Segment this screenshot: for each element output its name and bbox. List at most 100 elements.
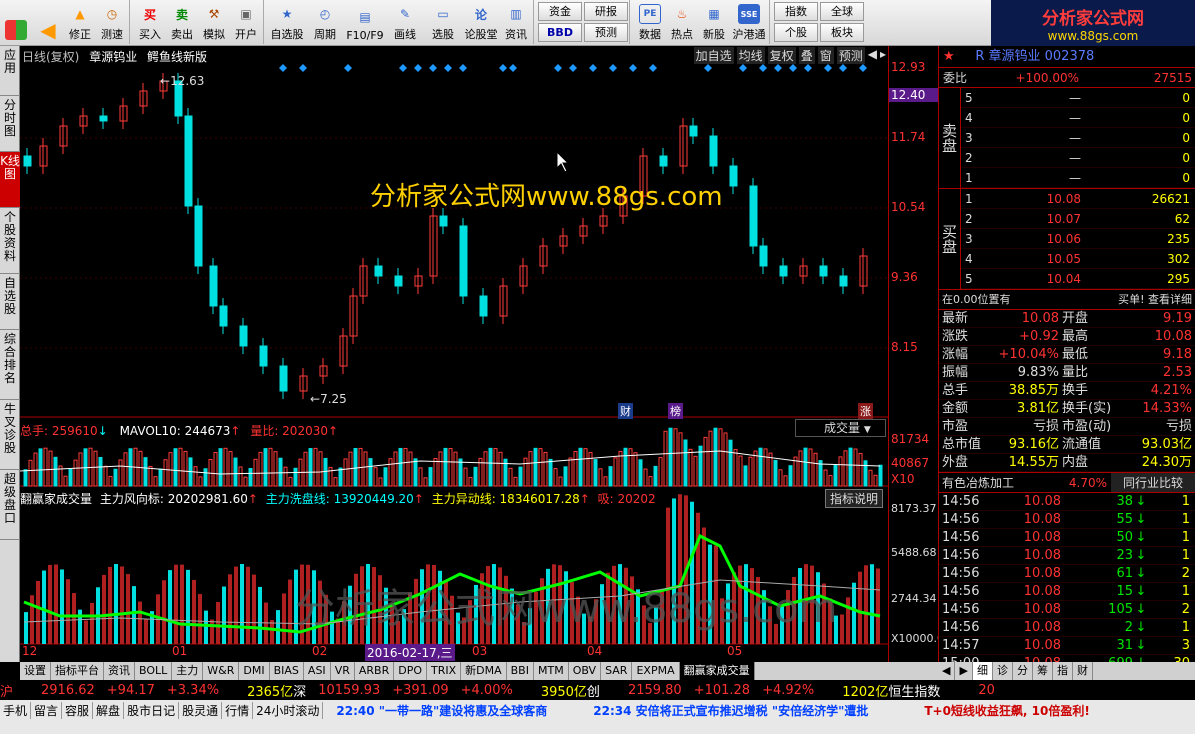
hk-connect-button[interactable]: SSE 沪港通 bbox=[730, 0, 768, 44]
industry-compare-button[interactable]: 同行业比较 bbox=[1111, 473, 1195, 492]
indicator-tab[interactable]: OBV bbox=[569, 662, 602, 680]
adjust-button[interactable]: 复权 bbox=[767, 47, 796, 64]
indicator-tab[interactable]: ARBR bbox=[355, 662, 395, 680]
sell-level[interactable]: 4—0 bbox=[961, 108, 1195, 128]
research-button[interactable]: 研报 bbox=[584, 2, 628, 21]
service-link[interactable]: 容服 bbox=[62, 702, 94, 719]
news-button[interactable]: ▥ 资讯 bbox=[500, 0, 532, 44]
global-button[interactable]: 全球 bbox=[820, 2, 864, 21]
window-button[interactable]: 窗 bbox=[817, 47, 834, 64]
buy-button[interactable]: 买买入 bbox=[134, 0, 166, 44]
buy-level[interactable]: 5 10.04 295 bbox=[961, 269, 1195, 289]
indicator-tab[interactable]: 设置 bbox=[20, 662, 51, 680]
buy-level[interactable]: 2 10.07 62 bbox=[961, 209, 1195, 229]
indicator-tab[interactable]: W&R bbox=[203, 662, 240, 680]
indicator-tab[interactable]: 指标平台 bbox=[51, 662, 104, 680]
tab-super-panel[interactable]: 超级盘口 bbox=[0, 470, 20, 540]
hs-label[interactable]: 恒生指数 bbox=[888, 681, 940, 700]
sell-level[interactable]: 3—0 bbox=[961, 128, 1195, 148]
scroll-right-icon[interactable]: ▸ bbox=[880, 47, 886, 64]
hot-button[interactable]: ♨ 热点 bbox=[666, 0, 698, 44]
indicator-tab[interactable]: SAR bbox=[601, 662, 633, 680]
buy-level[interactable]: 1 10.08 26621 bbox=[961, 189, 1195, 209]
tab-kline[interactable]: K线图 bbox=[0, 152, 20, 208]
star-icon[interactable]: ★ bbox=[943, 49, 955, 64]
add-watch-button[interactable]: 加自选 bbox=[693, 47, 734, 64]
newstock-button[interactable]: ▦ 新股 bbox=[698, 0, 730, 44]
indicator-tab[interactable]: BIAS bbox=[270, 662, 304, 680]
gulingtong-link[interactable]: 股灵通 bbox=[179, 702, 223, 719]
quotes-link[interactable]: 行情 bbox=[222, 702, 254, 719]
watchlist-button[interactable]: ★ 自选股 bbox=[268, 0, 306, 44]
speedtest-button[interactable]: ◷ 测速 bbox=[96, 0, 128, 44]
back-button[interactable]: ◀ bbox=[32, 0, 64, 44]
ad-item[interactable]: T+0短线收益狂飙, 10倍盈利! bbox=[921, 702, 1093, 719]
scroll-right-icon[interactable]: ▶ bbox=[955, 662, 973, 680]
indicator-tab[interactable]: 资讯 bbox=[104, 662, 135, 680]
view-detail-link[interactable]: 买单! 查看详细 bbox=[1059, 290, 1194, 309]
open-account-button[interactable]: ▣ 开户 bbox=[230, 0, 262, 44]
indicator-tab[interactable]: TRIX bbox=[427, 662, 462, 680]
detail-tab[interactable]: 筹 bbox=[1033, 662, 1053, 680]
sell-level[interactable]: 2—0 bbox=[961, 148, 1195, 168]
f10-button[interactable]: ▤ F10/F9 bbox=[344, 0, 386, 44]
indicator-tab[interactable]: BBI bbox=[507, 662, 534, 680]
mobile-link[interactable]: 手机 bbox=[0, 702, 32, 719]
analysis-link[interactable]: 解盘 bbox=[93, 702, 125, 719]
data-button[interactable]: PE 数据 bbox=[634, 0, 666, 44]
detail-tab[interactable]: 指 bbox=[1053, 662, 1073, 680]
indicator-tab[interactable]: DMI bbox=[239, 662, 270, 680]
detail-tab[interactable]: 细 bbox=[972, 662, 993, 680]
kline-chart[interactable] bbox=[20, 46, 888, 662]
tab-stock-info[interactable]: 个股资料 bbox=[0, 208, 20, 274]
limit-up-marker[interactable]: 涨 bbox=[858, 403, 873, 419]
indicator-tab[interactable]: 新DMA bbox=[461, 662, 507, 680]
sector-button[interactable]: 板块 bbox=[820, 23, 864, 42]
ma-button[interactable]: 均线 bbox=[736, 47, 765, 64]
index-button[interactable]: 指数 bbox=[774, 2, 818, 21]
fund-button[interactable]: 资金 bbox=[538, 2, 582, 21]
indicator-tab[interactable]: VR bbox=[331, 662, 355, 680]
indicator-tab[interactable]: BOLL bbox=[135, 662, 173, 680]
sell-button[interactable]: 卖卖出 bbox=[166, 0, 198, 44]
rank-marker[interactable]: 榜 bbox=[668, 403, 683, 419]
tab-ranking[interactable]: 综合排名 bbox=[0, 330, 20, 400]
bbd-button[interactable]: BBD bbox=[538, 23, 582, 42]
tab-watchlist[interactable]: 自选股 bbox=[0, 274, 20, 330]
tab-diagnosis[interactable]: 牛叉诊股 bbox=[0, 400, 20, 470]
sh-index[interactable]: 2916.62 bbox=[41, 683, 95, 698]
indicator-tab[interactable]: ASI bbox=[304, 662, 331, 680]
tab-apps[interactable]: 应用 bbox=[0, 46, 20, 96]
volume-select[interactable]: 成交量 ▼ bbox=[795, 419, 886, 437]
modify-button[interactable]: ▲ 修正 bbox=[64, 0, 96, 44]
forum-button[interactable]: 论论股堂 bbox=[462, 0, 500, 44]
rolling-link[interactable]: 24小时滚动 bbox=[253, 702, 324, 719]
finance-marker[interactable]: 财 bbox=[618, 403, 633, 419]
select-stock-button[interactable]: ▭ 选股 bbox=[424, 0, 462, 44]
indicator-tab[interactable]: MTM bbox=[534, 662, 569, 680]
news-item[interactable]: 22:40 "一带一路"建设将惠及全球客商 bbox=[333, 702, 550, 719]
cy-index[interactable]: 2159.80 bbox=[628, 683, 682, 698]
tab-timeline[interactable]: 分时图 bbox=[0, 96, 20, 152]
draw-button[interactable]: ✎ 画线 bbox=[386, 0, 424, 44]
prev-icon[interactable]: ◀ bbox=[868, 47, 877, 64]
sz-index[interactable]: 10159.93 bbox=[318, 683, 380, 698]
indicator-help-button[interactable]: 指标说明 bbox=[825, 489, 884, 508]
detail-tab[interactable]: 分 bbox=[1013, 662, 1033, 680]
detail-tab[interactable]: 诊 bbox=[993, 662, 1013, 680]
overlay-button[interactable]: 叠 bbox=[798, 47, 815, 64]
forecast-button[interactable]: 预测 bbox=[584, 23, 628, 42]
windows-button[interactable] bbox=[0, 0, 32, 44]
stock-button[interactable]: 个股 bbox=[774, 23, 818, 42]
buy-level[interactable]: 4 10.05 302 bbox=[961, 249, 1195, 269]
period-button[interactable]: ◴ 周期 bbox=[306, 0, 344, 44]
indicator-tab[interactable]: 主力 bbox=[172, 662, 204, 680]
simulate-button[interactable]: ⚒ 模拟 bbox=[198, 0, 230, 44]
diary-link[interactable]: 股市日记 bbox=[124, 702, 180, 719]
chart-area[interactable]: 日线(复权) 章源钨业 鳄鱼线新版 加自选 均线 复权 叠 窗 预测 ◀ ▸ 分… bbox=[20, 46, 888, 662]
indicator-tab[interactable]: 翻赢家成交量 bbox=[679, 662, 755, 680]
indicator-tab[interactable]: EXPMA bbox=[632, 662, 680, 680]
sell-level[interactable]: 1—0 bbox=[961, 168, 1195, 188]
forecast-chart-button[interactable]: 预测 bbox=[836, 47, 865, 64]
buy-level[interactable]: 3 10.06 235 bbox=[961, 229, 1195, 249]
